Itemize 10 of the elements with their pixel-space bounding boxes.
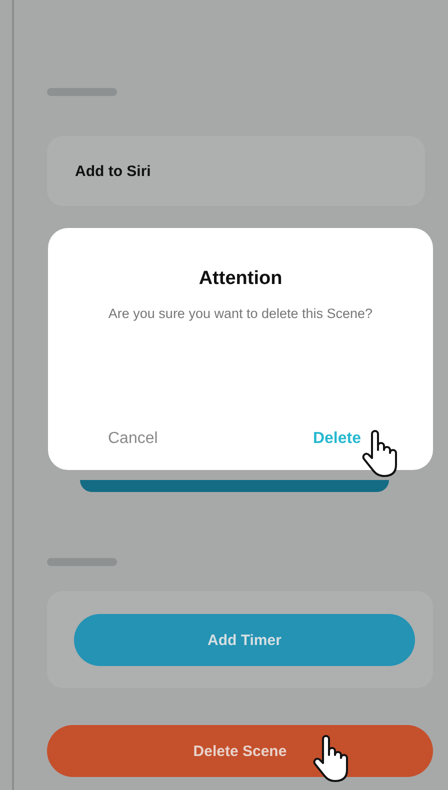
add-timer-button[interactable]: Add Timer [74, 614, 415, 666]
cancel-button[interactable]: Cancel [106, 426, 160, 452]
blurred-label [47, 558, 117, 566]
dialog-message: Are you sure you want to delete this Scene? [108, 306, 373, 321]
delete-scene-button[interactable]: Delete Scene [47, 725, 433, 777]
blurred-label [47, 88, 117, 96]
delete-button[interactable]: Delete [310, 426, 363, 452]
dialog-title: Attention [198, 268, 282, 290]
siri-card[interactable]: Add to Siri [47, 136, 425, 206]
siri-label: Add to Siri [75, 162, 151, 180]
